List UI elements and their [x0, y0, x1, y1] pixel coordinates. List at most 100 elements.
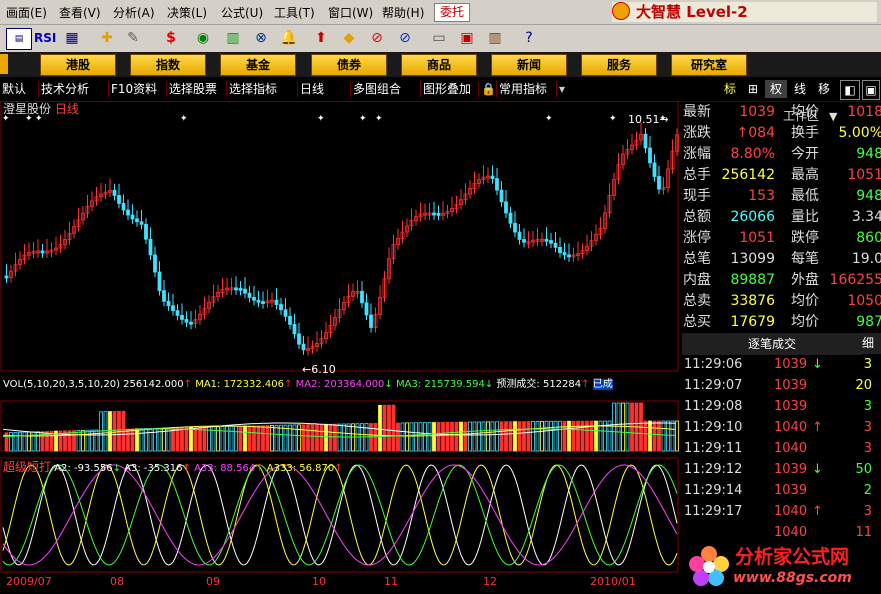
volume-bar: [472, 421, 477, 452]
func-f10[interactable]: F10资料: [108, 81, 159, 97]
signal-marker-icon: ✦: [180, 114, 188, 124]
calculator-icon[interactable]: ▦: [61, 28, 83, 48]
tick-volume: 3: [863, 399, 872, 414]
quote-label: 跌停: [791, 230, 819, 246]
tick-direction-icon: ↓: [812, 357, 823, 372]
tab-grid[interactable]: ⊞: [743, 80, 763, 98]
kline-candle: [130, 214, 135, 220]
tab-rights[interactable]: 权: [765, 80, 787, 98]
menu-formula[interactable]: 公式(U): [221, 4, 263, 21]
menu-trade[interactable]: 委托: [434, 3, 470, 22]
glasses-icon[interactable]: ◉: [192, 28, 214, 48]
tick-detail-tab[interactable]: 细: [862, 333, 881, 354]
stock-name: 澄星股份: [3, 102, 52, 116]
quote-value: 19.0: [851, 251, 881, 267]
kline-chart[interactable]: 10.51→←6.10✦ ✦ ✦ ✦ ✦ ✦ ✦ ✦ ✦ ✦: [0, 101, 680, 591]
nav-bond[interactable]: 债券: [311, 54, 387, 76]
volume-bar: [108, 411, 112, 452]
func-select-indicator[interactable]: 选择指标: [226, 81, 279, 97]
volume-bar: [621, 402, 625, 452]
books-icon[interactable]: ▥: [484, 28, 506, 48]
draw-pencil-icon[interactable]: ✎: [122, 28, 144, 48]
func-common-indicators[interactable]: 常用指标: [496, 81, 549, 97]
nav-hk-stocks[interactable]: 港股: [40, 54, 116, 76]
dollar-icon[interactable]: $: [160, 28, 182, 48]
tick-time: 11:29:14: [684, 483, 743, 498]
panel-toggle-icon[interactable]: ◧: [840, 80, 860, 100]
notepad-icon[interactable]: ▭: [428, 28, 450, 48]
tick-row: 11:29:10 1040 ↑ 3: [682, 417, 881, 438]
nav-index[interactable]: 指数: [130, 54, 206, 76]
crosshair-icon[interactable]: ✚: [96, 28, 118, 48]
bar-chart-icon[interactable]: ▥: [222, 28, 244, 48]
nav-news[interactable]: 新闻: [491, 54, 567, 76]
volume-bar: [562, 420, 567, 452]
quote-screen-icon[interactable]: ▤: [6, 28, 32, 50]
volume-bar: [670, 420, 675, 452]
brand-title: 大智慧 Level-2: [636, 3, 748, 21]
quote-label: 涨跌: [683, 125, 711, 141]
volume-bar: [436, 422, 441, 452]
volume-bar: [243, 425, 247, 452]
func-select-stock[interactable]: 选择股票: [166, 81, 219, 97]
func-tech-analysis[interactable]: 技术分析: [38, 81, 91, 97]
quote-row: 总买 17679 均价 987: [682, 312, 881, 333]
diamond-icon[interactable]: ◆: [338, 28, 360, 48]
menu-window[interactable]: 窗口(W): [328, 4, 373, 21]
nav-commodity[interactable]: 商品: [401, 54, 477, 76]
quote-label: 每笔: [791, 251, 819, 267]
volume-bar: [427, 422, 432, 452]
nav-research[interactable]: 研究室: [671, 54, 747, 76]
tab-label-mark[interactable]: 标: [719, 80, 741, 98]
volume-bar: [274, 424, 279, 452]
func-daily[interactable]: 日线: [297, 81, 326, 97]
dropdown-chevron-icon[interactable]: ▾: [556, 81, 567, 97]
lock-icon[interactable]: 🔒: [478, 81, 498, 97]
help-pointer-icon[interactable]: ?: [518, 28, 540, 48]
panel-close-icon[interactable]: ▣: [862, 80, 880, 100]
tick-list-title[interactable]: 逐笔成交: [682, 333, 862, 355]
menu-decision[interactable]: 决策(L): [167, 4, 207, 21]
tick-time: 11:29:12: [684, 462, 743, 477]
quote-label: 涨停: [683, 230, 711, 246]
binoculars-icon[interactable]: ⊗: [250, 28, 272, 48]
window-icon[interactable]: ▣: [456, 28, 478, 48]
link-blue-icon[interactable]: ⊘: [394, 28, 416, 48]
func-overlay[interactable]: 图形叠加: [420, 81, 473, 97]
tick-volume: 2: [863, 483, 872, 498]
volume-bar: [184, 427, 189, 452]
menu-help[interactable]: 帮助(H): [382, 4, 424, 21]
nav-edge: [0, 54, 8, 74]
quote-value: 256142: [721, 167, 775, 183]
kline-candle: [369, 314, 373, 328]
quote-label: 最新: [683, 104, 711, 120]
kline-candle: [360, 290, 364, 304]
menu-screen[interactable]: 画面(E): [6, 4, 47, 21]
tick-row: 11:29:14 1039 2: [682, 480, 881, 501]
kline-candle: [175, 310, 180, 316]
link-red-icon[interactable]: ⊘: [366, 28, 388, 48]
func-default[interactable]: 默认: [0, 81, 28, 97]
menu-analysis[interactable]: 分析(A): [113, 4, 155, 21]
time-tick: 2009/07: [6, 575, 52, 588]
menu-view[interactable]: 查看(V): [59, 4, 101, 21]
rsi-icon[interactable]: RSI: [34, 28, 56, 48]
quote-value: 1051: [739, 230, 775, 246]
volume-bar: [279, 424, 283, 452]
menu-tools[interactable]: 工具(T): [274, 4, 315, 21]
func-multi-chart[interactable]: 多图组合: [350, 81, 403, 97]
alarm-bell-icon[interactable]: 🔔: [278, 28, 300, 48]
nav-service[interactable]: 服务: [581, 54, 657, 76]
volume-bar: [513, 421, 517, 452]
up-arrow-icon[interactable]: ⬆: [310, 28, 332, 48]
kline-candle: [436, 213, 441, 216]
tab-move[interactable]: 移: [813, 80, 835, 98]
tab-line[interactable]: 线: [789, 80, 811, 98]
quote-row: 涨停 1051 跌停 860: [682, 228, 881, 249]
kline-candle: [135, 218, 139, 223]
volume-bar: [382, 404, 387, 452]
nav-fund[interactable]: 基金: [220, 54, 296, 76]
time-tick: 12: [483, 575, 497, 588]
kline-candle: [432, 212, 436, 216]
quote-label: 涨幅: [683, 146, 711, 162]
